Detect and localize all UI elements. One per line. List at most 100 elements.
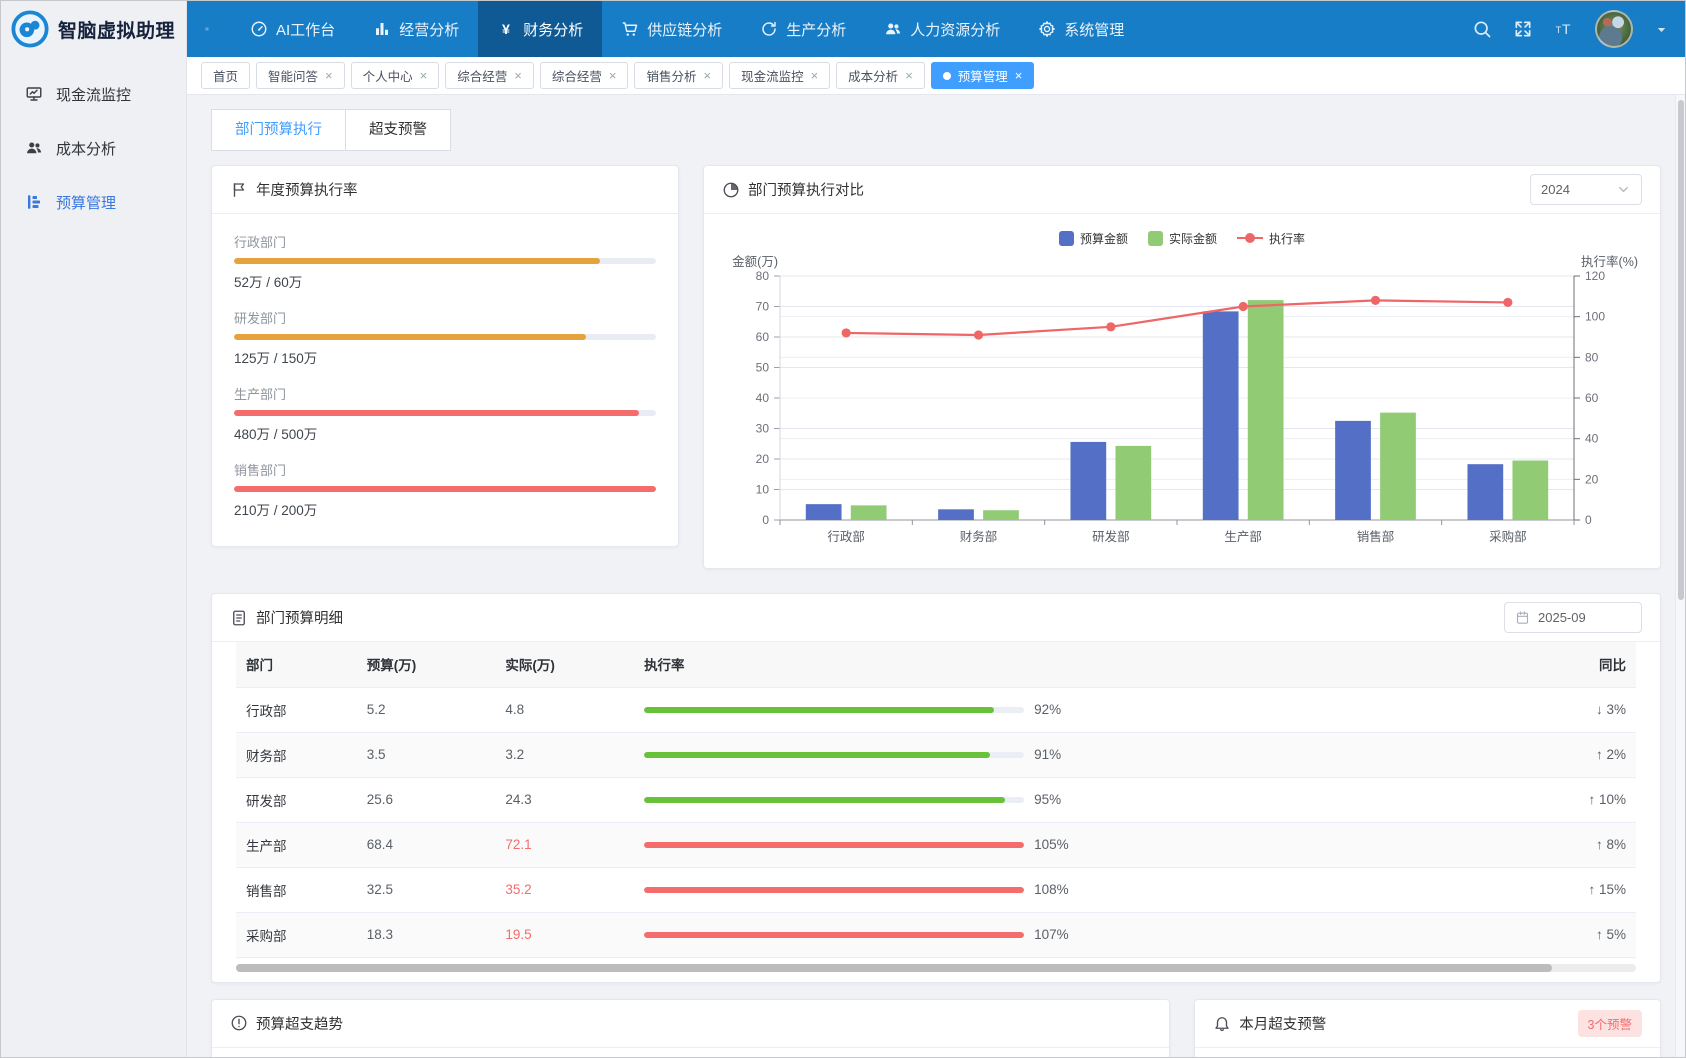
year-select[interactable]: 2024 xyxy=(1530,174,1642,205)
legend-label: 预算金额 xyxy=(1080,230,1128,247)
open-tab[interactable]: 成本分析 × xyxy=(836,62,925,89)
nav-item-label: 生产分析 xyxy=(786,19,846,40)
svg-text:70: 70 xyxy=(756,300,770,314)
open-tab[interactable]: 综合经营× xyxy=(540,62,629,89)
nav-item-label: 财务分析 xyxy=(523,19,583,40)
open-tab[interactable]: 预算管理× xyxy=(931,62,1035,89)
rate-progress-bar xyxy=(644,797,1024,803)
close-icon[interactable]: × xyxy=(905,68,913,83)
close-icon[interactable]: × xyxy=(811,68,819,83)
svg-text:20: 20 xyxy=(756,452,770,466)
dept-cell: 行政部 xyxy=(236,687,357,732)
nav-item[interactable]: 经营分析 xyxy=(354,1,478,57)
svg-text:金额(万): 金额(万) xyxy=(732,254,778,269)
close-icon[interactable]: × xyxy=(703,68,711,83)
scrollbar-thumb[interactable] xyxy=(236,964,1552,972)
table-row: 研发部25.624.395%↑ 10% xyxy=(236,777,1636,822)
annual-progress-item: 研发部门125万 / 150万 xyxy=(234,308,656,367)
open-tab[interactable]: 销售分析× xyxy=(634,62,723,89)
month-picker[interactable]: 2025-09 xyxy=(1504,602,1642,633)
table-header-row: 部门预算(万)实际(万)执行率同比 xyxy=(236,642,1636,687)
search-icon[interactable] xyxy=(1472,19,1492,39)
rate-value: 91% xyxy=(1034,747,1061,762)
legend-swatch xyxy=(1059,231,1074,246)
caret-down-icon[interactable] xyxy=(1654,22,1669,37)
fullscreen-icon[interactable] xyxy=(1513,19,1533,39)
vertical-scrollbar-thumb[interactable] xyxy=(1678,100,1684,600)
logo-icon xyxy=(11,10,49,48)
overspend-trend-card: 预算超支趋势 超支部门数平均超支率 xyxy=(211,999,1170,1058)
svg-text:¥: ¥ xyxy=(502,22,510,38)
sidebar-item[interactable]: 预算管理 xyxy=(1,175,186,229)
rate-value: 95% xyxy=(1034,792,1061,807)
dept-cell: 研发部 xyxy=(236,777,357,822)
open-tab-label: 综合经营 xyxy=(457,66,507,85)
yoy-arrow-icon: ↑ xyxy=(1596,747,1603,762)
open-tab[interactable]: 智能问答× xyxy=(256,62,345,89)
open-tab[interactable]: 首页 xyxy=(201,62,250,89)
font-size-icon[interactable]: TT xyxy=(1554,19,1574,39)
month-picker-value: 2025-09 xyxy=(1538,610,1586,625)
sidebar-item[interactable]: 成本分析 xyxy=(1,121,186,175)
nav-item-label: 系统管理 xyxy=(1064,19,1124,40)
warning-circle-icon xyxy=(230,1014,248,1032)
yoy-cell: ↑ 10% xyxy=(1521,777,1636,822)
legend-item[interactable]: 实际金额 xyxy=(1148,230,1217,247)
yoy-arrow-icon: ↑ xyxy=(1596,927,1603,942)
trend-card-title: 预算超支趋势 xyxy=(256,1013,343,1034)
progress-bar-fill xyxy=(234,486,656,492)
sidebar-menu: 现金流监控成本分析预算管理 xyxy=(1,57,186,229)
open-tab-label: 个人中心 xyxy=(363,66,413,85)
open-tab-label: 首页 xyxy=(213,66,238,85)
nav-item[interactable]: ¥ 财务分析 xyxy=(478,1,602,57)
sidebar-item[interactable]: 现金流监控 xyxy=(1,67,186,121)
rate-value: 105% xyxy=(1034,837,1069,852)
actual-cell: 19.5 xyxy=(495,912,634,957)
legend-item[interactable]: 执行率 xyxy=(1237,230,1305,247)
close-icon[interactable]: × xyxy=(609,68,617,83)
svg-text:生产部: 生产部 xyxy=(1224,529,1262,544)
content-area: 部门预算执行超支预警 年度预算执行率 行政部门52万 / 60万研发部门125万… xyxy=(187,95,1685,1057)
nav-item[interactable]: 生产分析 xyxy=(741,1,865,57)
flag-icon xyxy=(230,181,248,199)
chart-legend: 预算金额 实际金额 执行率 xyxy=(708,226,1656,250)
svg-text:40: 40 xyxy=(1585,432,1599,446)
open-tab-label: 成本分析 xyxy=(848,66,898,85)
open-tab[interactable]: 现金流监控× xyxy=(729,62,830,89)
yoy-cell: ↑ 2% xyxy=(1521,732,1636,777)
users-icon xyxy=(884,20,902,38)
nav-item[interactable]: 人力资源分析 xyxy=(865,1,1019,57)
page-tab[interactable]: 超支预警 xyxy=(345,109,451,151)
rate-progress-bar xyxy=(644,842,1024,848)
budget-cell: 5.2 xyxy=(357,687,496,732)
collapse-menu-icon[interactable] xyxy=(197,19,217,39)
close-icon[interactable]: × xyxy=(420,68,428,83)
table-row: 生产部68.472.1105%↑ 8% xyxy=(236,822,1636,867)
open-tab[interactable]: 综合经营 × xyxy=(445,62,534,89)
close-icon[interactable]: × xyxy=(514,68,522,83)
user-avatar[interactable] xyxy=(1595,10,1633,48)
close-icon[interactable]: × xyxy=(1015,68,1023,83)
budget-cell: 68.4 xyxy=(357,822,496,867)
rate-cell: 108% xyxy=(634,867,1521,912)
nav-item-label: AI工作台 xyxy=(276,19,335,40)
open-tab[interactable]: 个人中心 × xyxy=(351,62,440,89)
nav-item[interactable]: 系统管理 xyxy=(1019,1,1143,57)
nav-item[interactable]: 供应链分析 xyxy=(602,1,741,57)
legend-item[interactable]: 预算金额 xyxy=(1059,230,1128,247)
yoy-cell: ↓ 3% xyxy=(1521,687,1636,732)
sidebar-item-label: 现金流监控 xyxy=(56,84,131,105)
yen-icon: ¥ xyxy=(497,20,515,38)
top-cards-row: 年度预算执行率 行政部门52万 / 60万研发部门125万 / 150万生产部门… xyxy=(211,165,1661,569)
rate-value: 92% xyxy=(1034,702,1061,717)
pie-chart-icon xyxy=(722,181,740,199)
dept-cell: 采购部 xyxy=(236,912,357,957)
annual-progress-label: 行政部门 xyxy=(234,232,656,251)
budget-compare-card: 部门预算执行对比 2024 预算金额实际金额执行率 01020304050607… xyxy=(703,165,1661,569)
page-tab[interactable]: 部门预算执行 xyxy=(211,109,346,151)
table-row: 行政部5.24.892%↓ 3% xyxy=(236,687,1636,732)
nav-item[interactable]: AI工作台 xyxy=(231,1,354,57)
svg-text:T: T xyxy=(1562,22,1571,38)
document-icon xyxy=(230,609,248,627)
close-icon[interactable]: × xyxy=(325,68,333,83)
